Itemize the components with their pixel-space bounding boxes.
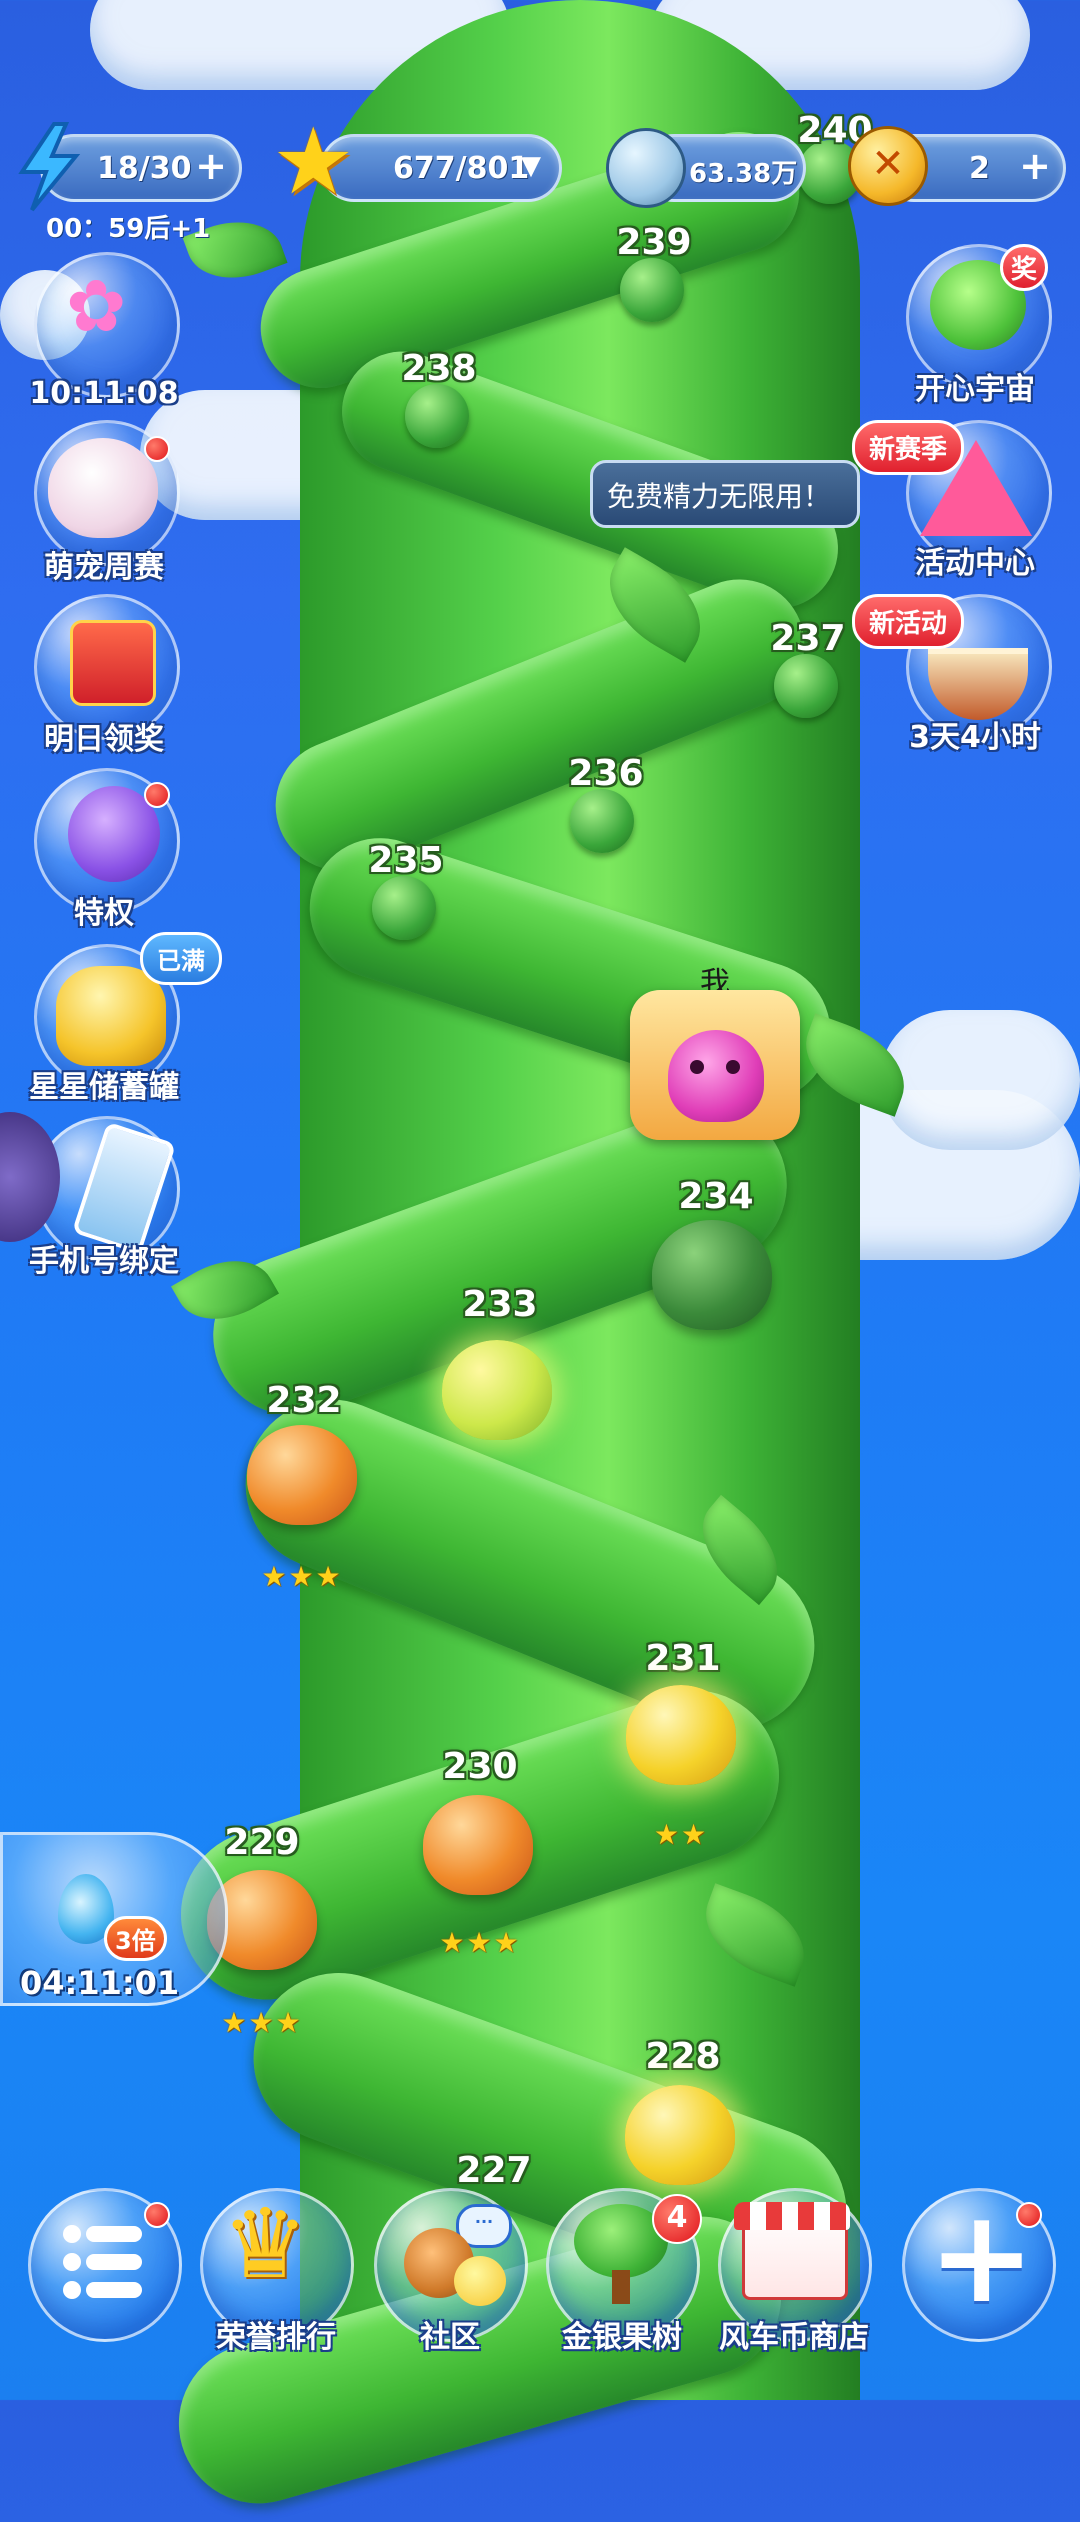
level-stars: ★★★ — [439, 1926, 521, 1959]
full-badge: 已满 — [140, 932, 222, 985]
level-stars: ★★★ — [221, 2006, 303, 2039]
coin-icon — [606, 128, 686, 208]
gold-value: 2 — [969, 151, 990, 186]
chevron-down-icon[interactable]: ▼ — [509, 145, 553, 189]
energy-timer: 00：59后+1 — [46, 214, 211, 244]
tree-badge: 4 — [652, 2194, 702, 2244]
octopus-eye — [726, 1060, 740, 1074]
gold-coin-icon: ✕ — [848, 126, 928, 206]
notification-dot — [1016, 2202, 1042, 2228]
flower-icon: ✿ — [66, 264, 127, 348]
octopus-avatar — [668, 1030, 764, 1122]
crown-icon: ♛ — [222, 2188, 309, 2300]
star-bar[interactable]: 677/801 ▼ — [320, 134, 562, 202]
menu-icon — [62, 2222, 144, 2306]
new-activity-badge: 新活动 — [852, 594, 965, 649]
cloud — [880, 1010, 1080, 1150]
lightning-icon — [14, 122, 84, 212]
free-energy-tooltip: 免费精力无限用！ — [590, 460, 860, 528]
notification-dot — [144, 2202, 170, 2228]
coin-jar-icon — [56, 966, 166, 1066]
shop-awning — [734, 2202, 850, 2230]
new-season-badge: 新赛季 — [852, 420, 965, 475]
octopus-eye — [690, 1060, 704, 1074]
gift-icon — [70, 620, 156, 706]
multiplier-badge: 3倍 — [104, 1916, 167, 1961]
reward-badge: 奖 — [1000, 244, 1049, 291]
water-boost-timer: 04:11:01 — [20, 1964, 180, 2002]
tree-trunk — [612, 2270, 630, 2304]
chick-icon — [454, 2256, 506, 2306]
level-stars: ★★ — [653, 1818, 709, 1851]
coin-value: 63.38万 — [689, 159, 798, 189]
notification-dot — [144, 782, 170, 808]
energy-value: 18/30 — [97, 151, 192, 186]
cat-icon — [48, 438, 158, 538]
star-icon: ★ — [272, 108, 355, 215]
notification-dot — [144, 436, 170, 462]
plus-icon[interactable]: + — [189, 145, 233, 189]
level-stars: ★★★ — [261, 1560, 343, 1593]
plus-icon[interactable]: + — [1013, 145, 1057, 189]
